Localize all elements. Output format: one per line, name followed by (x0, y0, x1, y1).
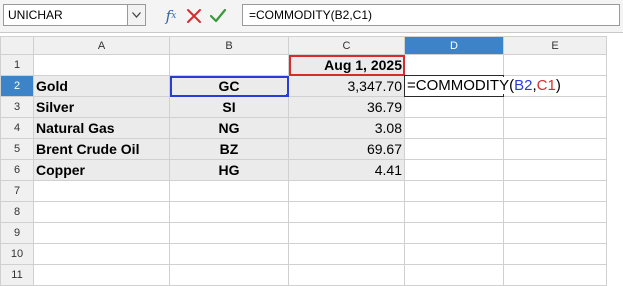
formula-prefix: =COMMODITY( (407, 77, 515, 94)
cell-a4-name[interactable]: Natural Gas (33, 117, 170, 139)
cell-d11[interactable] (404, 264, 504, 286)
cell-c7[interactable] (288, 180, 405, 202)
formula-bar: UNICHAR fx =COMMODITY(B2,C1) (0, 0, 623, 33)
column-header-a[interactable]: A (33, 36, 170, 55)
cell-e9[interactable] (503, 222, 607, 244)
cell-a6-name[interactable]: Copper (33, 159, 170, 181)
cell-d8[interactable] (404, 201, 504, 223)
cell-b11[interactable] (169, 264, 289, 286)
row-header-2[interactable]: 2 (0, 75, 34, 97)
cell-b8[interactable] (169, 201, 289, 223)
cell-d7[interactable] (404, 180, 504, 202)
cell-c4-price[interactable]: 3.08 (288, 117, 405, 139)
column-header-c[interactable]: C (288, 36, 405, 55)
cell-b2-text: GC (218, 78, 240, 94)
cell-b1[interactable] (169, 54, 289, 76)
cell-c1-date[interactable]: Aug 1, 2025 (288, 54, 405, 76)
formula-ref-c1: C1 (536, 77, 556, 94)
cell-e4[interactable] (503, 117, 607, 139)
cell-c2-price[interactable]: 3,347.70 (288, 75, 405, 97)
range-handle[interactable] (286, 76, 288, 78)
formula-suffix: ) (555, 77, 561, 94)
cell-d5[interactable] (404, 138, 504, 160)
cell-b5-code[interactable]: BZ (169, 138, 289, 160)
formula-input[interactable]: =COMMODITY(B2,C1) (242, 4, 620, 26)
cell-e6[interactable] (503, 159, 607, 181)
cell-d10[interactable] (404, 243, 504, 265)
range-handle[interactable] (170, 94, 172, 96)
row-header-10[interactable]: 10 (0, 243, 34, 265)
select-all-corner[interactable] (0, 36, 34, 55)
cell-b4-code[interactable]: NG (169, 117, 289, 139)
cell-e1[interactable] (503, 54, 607, 76)
cell-a3-name[interactable]: Silver (33, 96, 170, 118)
row-header-6[interactable]: 6 (0, 159, 34, 181)
row-header-9[interactable]: 9 (0, 222, 34, 244)
cell-c3-price[interactable]: 36.79 (288, 96, 405, 118)
cell-a8[interactable] (33, 201, 170, 223)
cancel-x-icon[interactable] (184, 5, 204, 27)
cell-e3[interactable] (503, 96, 607, 118)
cell-d1[interactable] (404, 54, 504, 76)
cell-d6[interactable] (404, 159, 504, 181)
row-header-1[interactable]: 1 (0, 54, 34, 76)
cell-b3-code[interactable]: SI (169, 96, 289, 118)
cell-a9[interactable] (33, 222, 170, 244)
name-box[interactable]: UNICHAR (3, 4, 146, 26)
cell-c10[interactable] (288, 243, 405, 265)
chevron-down-icon[interactable] (127, 5, 145, 25)
column-header-e[interactable]: E (503, 36, 607, 55)
range-handle[interactable] (170, 76, 172, 78)
row-header-3[interactable]: 3 (0, 96, 34, 118)
row-header-4[interactable]: 4 (0, 117, 34, 139)
cell-e10[interactable] (503, 243, 607, 265)
cell-a7[interactable] (33, 180, 170, 202)
row-header-5[interactable]: 5 (0, 138, 34, 160)
accept-check-icon[interactable] (208, 5, 228, 27)
cell-e7[interactable] (503, 180, 607, 202)
range-handle[interactable] (286, 94, 288, 96)
row-header-8[interactable]: 8 (0, 201, 34, 223)
cell-a10[interactable] (33, 243, 170, 265)
cell-d2-editing[interactable]: =COMMODITY(B2,C1) (404, 75, 563, 97)
name-box-value: UNICHAR (8, 8, 63, 22)
formula-ref-b2: B2 (514, 77, 533, 94)
cell-b9[interactable] (169, 222, 289, 244)
cell-d4[interactable] (404, 117, 504, 139)
formula-input-text: =COMMODITY(B2,C1) (249, 8, 373, 22)
cell-b7[interactable] (169, 180, 289, 202)
cell-c6-price[interactable]: 4.41 (288, 159, 405, 181)
row-header-11[interactable]: 11 (0, 264, 34, 286)
cell-b10[interactable] (169, 243, 289, 265)
cell-b6-code[interactable]: HG (169, 159, 289, 181)
cell-c8[interactable] (288, 201, 405, 223)
cell-e5[interactable] (503, 138, 607, 160)
cell-d2-formula: =COMMODITY(B2,C1) (407, 77, 563, 94)
column-header-d[interactable]: D (404, 36, 504, 55)
column-header-b[interactable]: B (169, 36, 289, 55)
cell-c9[interactable] (288, 222, 405, 244)
cell-b2-code[interactable]: GC (169, 75, 289, 97)
cell-c11[interactable] (288, 264, 405, 286)
function-wizard-icon[interactable]: fx (160, 5, 182, 27)
cell-e8[interactable] (503, 201, 607, 223)
cell-a11[interactable] (33, 264, 170, 286)
cell-d9[interactable] (404, 222, 504, 244)
cell-a2-name[interactable]: Gold (33, 75, 170, 97)
cell-a5-name[interactable]: Brent Crude Oil (33, 138, 170, 160)
row-header-7[interactable]: 7 (0, 180, 34, 202)
cell-c5-price[interactable]: 69.67 (288, 138, 405, 160)
cell-a1[interactable] (33, 54, 170, 76)
cell-d3[interactable] (404, 96, 504, 118)
cell-e11[interactable] (503, 264, 607, 286)
spreadsheet-grid: A B C D E 1 Aug 1, 2025 2 Gold GC 3,347.… (0, 36, 607, 286)
